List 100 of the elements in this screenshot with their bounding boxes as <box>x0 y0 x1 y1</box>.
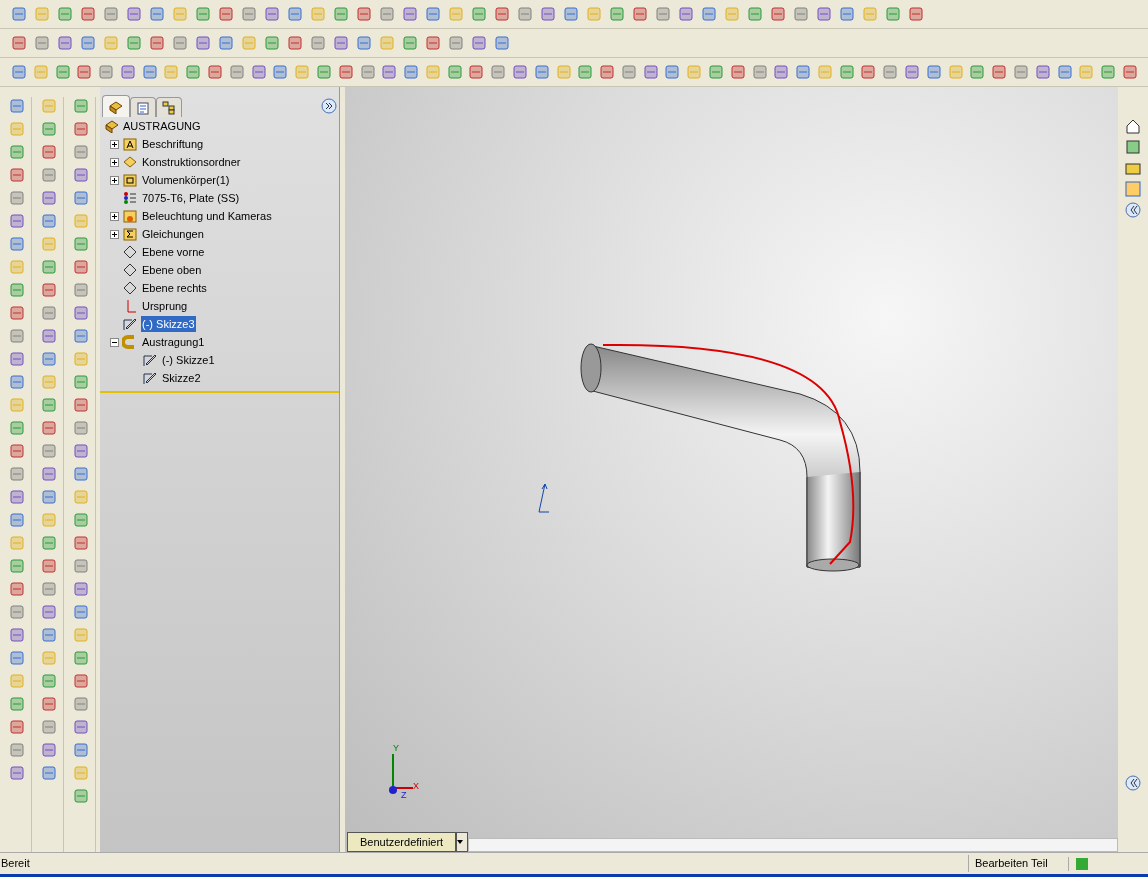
tree-item[interactable]: Konstruktionsordner <box>141 153 242 171</box>
tool-icon[interactable] <box>39 488 58 506</box>
collapse-icon[interactable] <box>1124 774 1142 792</box>
tool-icon[interactable] <box>71 235 90 253</box>
tool-icon[interactable] <box>378 5 396 23</box>
tool-icon[interactable] <box>39 557 58 575</box>
tool-icon[interactable] <box>447 34 465 52</box>
tool-icon[interactable] <box>184 63 202 81</box>
tool-icon[interactable] <box>39 143 58 161</box>
tool-icon[interactable] <box>39 741 58 759</box>
tool-icon[interactable] <box>7 557 26 575</box>
tool-icon[interactable] <box>102 34 120 52</box>
tool-icon[interactable] <box>71 695 90 713</box>
tool-icon[interactable] <box>837 63 855 81</box>
tool-icon[interactable] <box>792 5 810 23</box>
tool-icon[interactable] <box>71 557 90 575</box>
tool-icon[interactable] <box>71 718 90 736</box>
tool-icon[interactable] <box>79 5 97 23</box>
tool-icon[interactable] <box>71 281 90 299</box>
tool-icon[interactable] <box>39 695 58 713</box>
tool-icon[interactable] <box>7 580 26 598</box>
tool-icon[interactable] <box>746 5 764 23</box>
tool-icon[interactable] <box>881 63 899 81</box>
tool-icon[interactable] <box>861 5 879 23</box>
tree-item[interactable]: Ebene vorne <box>141 243 206 261</box>
tool-icon[interactable] <box>990 63 1007 81</box>
tool-icon[interactable] <box>71 649 90 667</box>
tool-icon[interactable] <box>424 5 442 23</box>
tool-icon[interactable] <box>7 166 26 184</box>
tool-icon[interactable] <box>7 672 26 690</box>
tool-icon[interactable] <box>39 350 58 368</box>
tool-icon[interactable] <box>641 63 659 81</box>
tool-icon[interactable] <box>39 764 58 782</box>
collapse-icon[interactable] <box>1124 201 1142 219</box>
tool-icon[interactable] <box>7 419 26 437</box>
tool-icon[interactable] <box>447 5 465 23</box>
tool-icon[interactable] <box>332 5 350 23</box>
tool-icon[interactable] <box>39 373 58 391</box>
tool-icon[interactable] <box>815 63 833 81</box>
tool-icon[interactable] <box>71 97 90 115</box>
tool-icon[interactable] <box>677 5 695 23</box>
tool-icon[interactable] <box>125 5 143 23</box>
expand-toggle-icon[interactable] <box>110 229 119 239</box>
tool-icon[interactable] <box>79 34 97 52</box>
property-tab[interactable] <box>130 97 156 117</box>
tool-icon[interactable] <box>772 63 790 81</box>
tool-icon[interactable] <box>1099 63 1116 81</box>
tool-icon[interactable] <box>554 63 572 81</box>
tool-icon[interactable] <box>598 63 615 81</box>
tool-icon[interactable] <box>7 511 26 529</box>
tool-icon[interactable] <box>907 5 925 23</box>
tool-icon[interactable] <box>332 34 350 52</box>
tool-icon[interactable] <box>619 63 637 81</box>
tool-icon[interactable] <box>125 34 143 52</box>
tool-icon[interactable] <box>293 63 310 81</box>
tool-icon[interactable] <box>631 5 649 23</box>
tree-item[interactable]: (-) Skizze1 <box>161 351 216 369</box>
tool-icon[interactable] <box>539 5 557 23</box>
tool-icon[interactable] <box>355 34 373 52</box>
expand-toggle-icon[interactable] <box>110 175 119 185</box>
tool-icon[interactable] <box>71 787 90 805</box>
tool-icon[interactable] <box>56 5 74 23</box>
tool-icon[interactable] <box>7 718 26 736</box>
tool-icon[interactable] <box>7 442 26 460</box>
tool-icon[interactable] <box>1077 63 1095 81</box>
tool-icon[interactable] <box>968 63 986 81</box>
tool-icon[interactable] <box>445 63 463 81</box>
tool-icon[interactable] <box>39 304 58 322</box>
tool-icon[interactable] <box>10 5 28 23</box>
tool-icon[interactable] <box>162 63 180 81</box>
tree-item[interactable]: Volumenkörper(1) <box>141 171 231 189</box>
tool-icon[interactable] <box>71 166 90 184</box>
expand-toggle-icon[interactable] <box>110 139 119 149</box>
tree-item[interactable]: (-) Skizze3 <box>141 315 196 333</box>
tool-icon[interactable] <box>39 396 58 414</box>
tool-icon[interactable] <box>510 63 528 81</box>
tool-icon[interactable] <box>7 304 26 322</box>
tool-icon[interactable] <box>358 63 376 81</box>
tool-icon[interactable] <box>467 63 485 81</box>
tool-icon[interactable] <box>1055 63 1073 81</box>
tree-item[interactable]: Ursprung <box>141 297 189 315</box>
expand-toggle-icon[interactable] <box>110 157 119 167</box>
tool-icon[interactable] <box>355 5 373 23</box>
tool-icon[interactable] <box>39 603 58 621</box>
home-icon[interactable] <box>1124 117 1142 135</box>
tool-icon[interactable] <box>769 5 787 23</box>
tool-icon[interactable] <box>217 34 235 52</box>
tool-icon[interactable] <box>7 534 26 552</box>
tool-icon[interactable] <box>608 5 626 23</box>
tool-icon[interactable] <box>1011 63 1029 81</box>
tool-icon[interactable] <box>424 34 442 52</box>
tool-icon[interactable] <box>493 5 511 23</box>
tool-icon[interactable] <box>71 189 90 207</box>
tool-icon[interactable] <box>71 511 90 529</box>
tool-icon[interactable] <box>71 350 90 368</box>
tool-icon[interactable] <box>423 63 441 81</box>
tool-icon[interactable] <box>401 5 419 23</box>
tool-icon[interactable] <box>118 63 136 81</box>
tool-icon[interactable] <box>838 5 856 23</box>
tool-icon[interactable] <box>39 258 58 276</box>
